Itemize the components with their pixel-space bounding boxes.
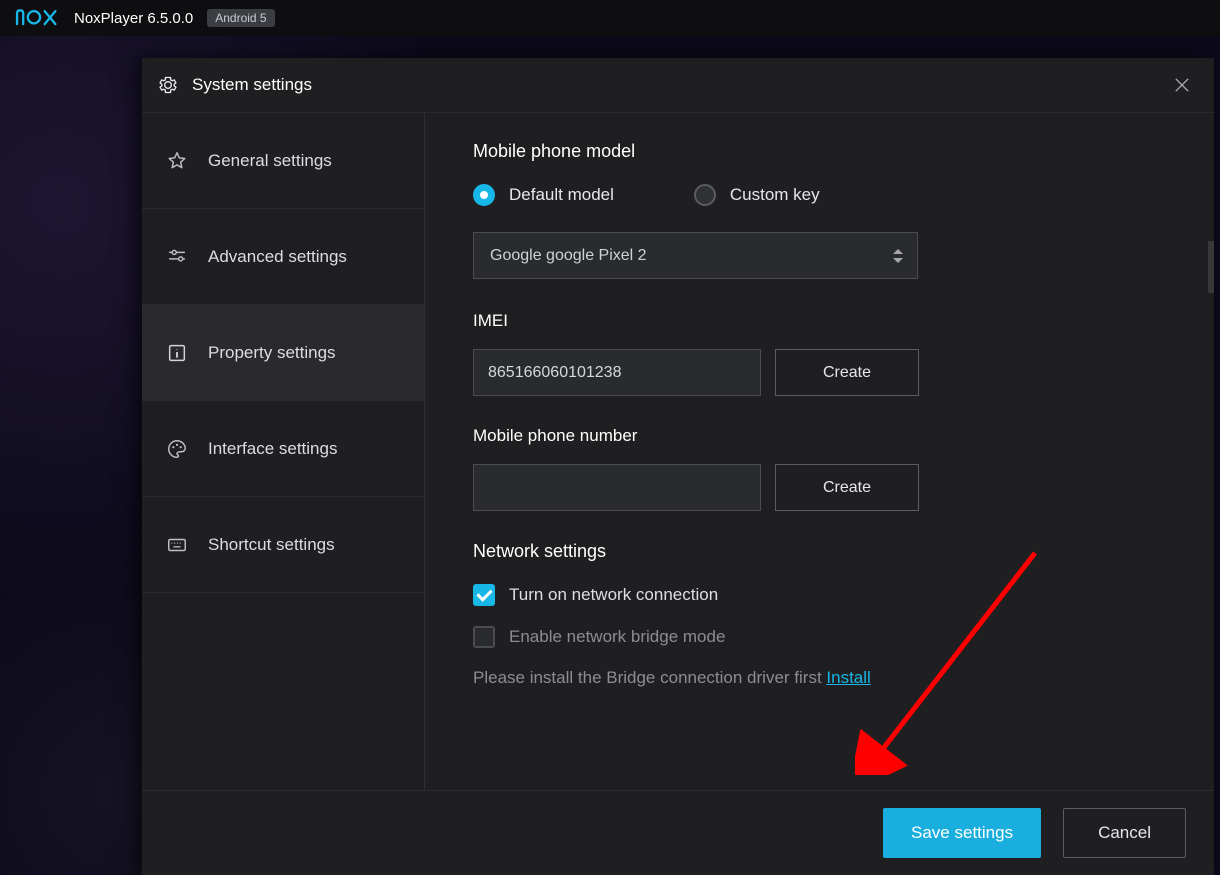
- network-turn-on-row[interactable]: Turn on network connection: [473, 584, 1166, 606]
- phone-model-title: Mobile phone model: [473, 141, 1166, 162]
- star-icon: [166, 150, 188, 172]
- sidebar-item-general[interactable]: General settings: [142, 113, 424, 209]
- dialog-footer: Save settings Cancel: [142, 790, 1214, 875]
- checkbox-icon: [473, 626, 495, 648]
- system-settings-dialog: System settings General settings: [142, 58, 1214, 875]
- hint-text: Please install the Bridge connection dri…: [473, 668, 826, 687]
- phone-model-select[interactable]: Google google Pixel 2: [473, 232, 918, 279]
- gear-icon: [158, 75, 178, 95]
- create-phone-number-button[interactable]: Create: [775, 464, 919, 511]
- phone-number-input[interactable]: [473, 464, 761, 511]
- imei-label: IMEI: [473, 311, 1166, 331]
- imei-input[interactable]: [473, 349, 761, 396]
- phone-number-label: Mobile phone number: [473, 426, 1166, 446]
- keyboard-icon: [166, 534, 188, 556]
- checkbox-icon: [473, 584, 495, 606]
- save-settings-button[interactable]: Save settings: [883, 808, 1041, 858]
- titlebar: NoxPlayer 6.5.0.0 Android 5: [0, 0, 1220, 36]
- settings-content: Mobile phone model Default model Custom …: [425, 113, 1214, 790]
- sidebar-item-shortcut[interactable]: Shortcut settings: [142, 497, 424, 593]
- checkbox-label: Turn on network connection: [509, 585, 718, 605]
- nox-logo-icon: [14, 7, 60, 29]
- radio-label: Default model: [509, 185, 614, 205]
- radio-default-model[interactable]: Default model: [473, 184, 614, 206]
- dialog-title: System settings: [192, 75, 312, 95]
- sidebar-item-interface[interactable]: Interface settings: [142, 401, 424, 497]
- radio-icon: [473, 184, 495, 206]
- annotation-arrow: [855, 545, 1045, 775]
- sidebar-item-label: Advanced settings: [208, 247, 347, 267]
- sidebar-item-label: Shortcut settings: [208, 535, 335, 555]
- app-logo: [14, 7, 60, 29]
- radio-custom-key[interactable]: Custom key: [694, 184, 820, 206]
- bridge-hint: Please install the Bridge connection dri…: [473, 668, 1166, 688]
- chevron-updown-icon: [893, 249, 903, 263]
- install-link[interactable]: Install: [826, 668, 870, 687]
- radio-icon: [694, 184, 716, 206]
- radio-label: Custom key: [730, 185, 820, 205]
- sidebar-item-label: General settings: [208, 151, 332, 171]
- dialog-header: System settings: [142, 58, 1214, 113]
- settings-sidebar: General settings Advanced settings: [142, 113, 425, 790]
- sliders-icon: [166, 246, 188, 268]
- sidebar-item-advanced[interactable]: Advanced settings: [142, 209, 424, 305]
- cancel-button[interactable]: Cancel: [1063, 808, 1186, 858]
- app-title: NoxPlayer 6.5.0.0: [74, 10, 193, 27]
- close-icon[interactable]: [1172, 75, 1192, 95]
- network-settings-title: Network settings: [473, 541, 1166, 562]
- create-imei-button[interactable]: Create: [775, 349, 919, 396]
- phone-model-radio-group: Default model Custom key: [473, 184, 1166, 206]
- palette-icon: [166, 438, 188, 460]
- sidebar-item-property[interactable]: Property settings: [142, 305, 424, 401]
- select-value: Google google Pixel 2: [490, 247, 647, 265]
- info-square-icon: [166, 342, 188, 364]
- dialog-body: General settings Advanced settings: [142, 113, 1214, 790]
- android-version-badge: Android 5: [207, 9, 274, 27]
- network-bridge-row: Enable network bridge mode: [473, 626, 1166, 648]
- scrollbar-thumb[interactable]: [1208, 241, 1214, 293]
- sidebar-item-label: Property settings: [208, 343, 336, 363]
- checkbox-label: Enable network bridge mode: [509, 627, 725, 647]
- sidebar-item-label: Interface settings: [208, 439, 337, 459]
